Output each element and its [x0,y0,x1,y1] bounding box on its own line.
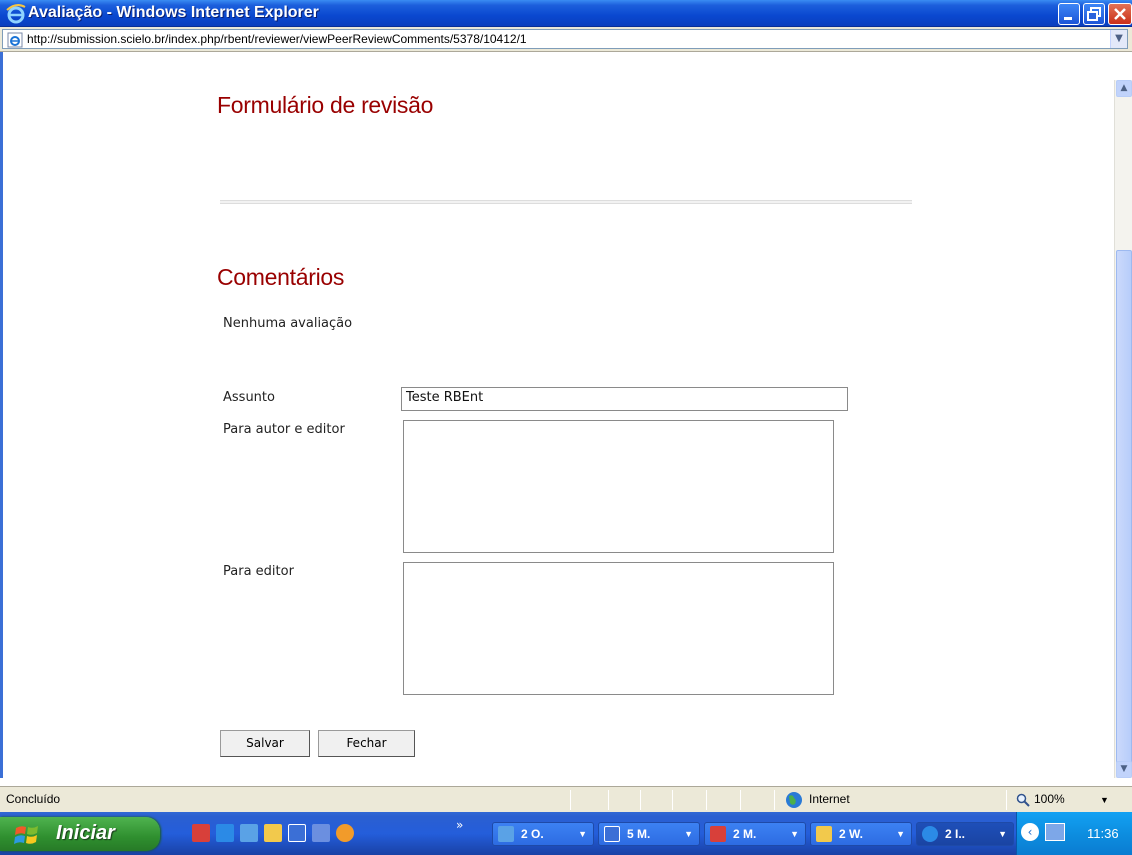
author-editor-label: Para autor e editor [223,422,345,437]
ie-task-icon [922,826,938,842]
title-bar: Avaliação - Windows Internet Explorer [0,0,1132,27]
task-dropdown-icon: ▼ [684,829,693,839]
zoom-dropdown-icon[interactable]: ▼ [1100,795,1109,805]
minimize-button[interactable] [1058,3,1080,25]
tray-expand-icon[interactable]: ‹ [1021,823,1039,841]
page-content: Formulário de revisão Comentários Nenhum… [0,52,1114,778]
task-dropdown-icon: ▼ [578,829,587,839]
start-label: Iniciar [56,822,115,844]
page-icon [7,32,23,48]
task-button-folder[interactable]: 2 W. ▼ [810,822,912,846]
close-form-button[interactable]: Fechar [318,730,415,757]
author-editor-textarea[interactable] [403,420,834,553]
task-button-ie[interactable]: 2 I.. ▼ [916,822,1014,846]
taskbar: Iniciar » 2 O. ▼ 5 M. ▼ 2 M. ▼ 2 W. ▼ 2 … [0,812,1132,855]
status-divider [706,790,707,810]
windows-logo-icon [14,826,38,844]
url-text: http://submission.scielo.br/index.php/rb… [27,32,527,46]
restore-icon [1087,7,1101,21]
scroll-thumb[interactable] [1116,250,1132,767]
vertical-scrollbar[interactable]: ▲ ▼ [1114,80,1132,778]
comments-heading: Comentários [217,264,345,290]
task-button-outlook[interactable]: 2 O. ▼ [492,822,594,846]
task-dropdown-icon: ▼ [896,829,905,839]
globe-icon [786,792,802,808]
scroll-up-button[interactable]: ▲ [1116,80,1132,97]
acrobat-task-icon [710,826,726,842]
editor-textarea[interactable] [403,562,834,695]
zone-text: Internet [809,792,850,806]
media-icon[interactable] [336,824,354,842]
status-divider [774,790,775,810]
address-dropdown-button[interactable]: ▼ [1110,30,1127,48]
acrobat-icon[interactable] [192,824,210,842]
address-bar: http://submission.scielo.br/index.php/rb… [0,27,1132,52]
network-icon[interactable] [1045,823,1065,841]
start-button[interactable]: Iniciar [0,817,160,851]
address-field[interactable]: http://submission.scielo.br/index.php/rb… [2,29,1128,49]
task-button-acrobat[interactable]: 2 M. ▼ [704,822,806,846]
status-divider [672,790,673,810]
status-text: Concluído [6,792,61,806]
zoom-icon [1016,793,1030,807]
scroll-down-button[interactable]: ▼ [1116,761,1132,778]
quicklaunch-chevron-icon[interactable]: » [456,818,463,832]
restore-button[interactable] [1083,3,1105,25]
editor-label: Para editor [223,564,294,579]
task-button-word[interactable]: 5 M. ▼ [598,822,700,846]
task-label: 5 M. [627,827,651,841]
no-review-text: Nenhuma avaliação [223,316,353,331]
save-button[interactable]: Salvar [220,730,310,757]
ie-quicklaunch-icon[interactable] [216,824,234,842]
task-label: 2 O. [521,827,544,841]
subject-label: Assunto [223,390,275,405]
clock: 11:36 [1087,826,1119,841]
status-divider [570,790,571,810]
window-title: Avaliação - Windows Internet Explorer [28,4,319,21]
status-divider [740,790,741,810]
gear-icon[interactable] [312,824,330,842]
ie-logo-icon [6,4,26,24]
status-divider [640,790,641,810]
folder-icon[interactable] [264,824,282,842]
status-divider [1006,790,1007,810]
zoom-level[interactable]: 100% [1034,792,1065,806]
folder-task-icon [816,826,832,842]
close-button[interactable] [1108,3,1132,25]
word-icon[interactable] [288,824,306,842]
outlook-icon[interactable] [240,824,258,842]
task-label: 2 W. [839,827,864,841]
minimize-icon [1064,17,1072,20]
task-dropdown-icon: ▼ [790,829,799,839]
status-divider [608,790,609,810]
status-bar: Concluído Internet 100% ▼ [0,786,1132,812]
word-task-icon [604,826,620,842]
task-label: 2 I.. [945,827,966,841]
form-heading: Formulário de revisão [217,92,434,118]
divider [220,200,912,204]
subject-input[interactable]: Teste RBEnt [401,387,848,411]
task-label: 2 M. [733,827,757,841]
outlook-task-icon [498,826,514,842]
task-dropdown-icon: ▼ [998,829,1007,839]
close-icon [1114,8,1126,20]
